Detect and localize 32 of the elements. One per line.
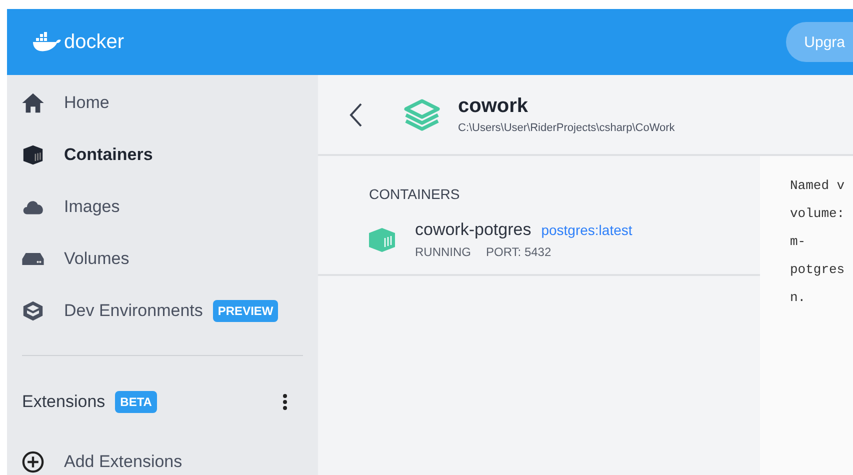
container-icon — [368, 226, 396, 252]
nav-item[interactable]: Volumes — [7, 233, 318, 285]
beta-badge: BETA — [115, 391, 157, 413]
container-icon — [21, 143, 45, 167]
add-icon — [21, 450, 45, 474]
nav-item[interactable]: Home — [7, 77, 318, 129]
project-path: C:\Users\User\RiderProjects\csharp\CoWork — [458, 122, 675, 134]
section-heading: CONTAINERS — [368, 185, 461, 202]
log-line: m- — [790, 233, 807, 251]
nav-item[interactable]: Images — [7, 181, 318, 233]
add-extensions-item[interactable]: Add Extensions — [7, 436, 318, 475]
more-icon[interactable] — [282, 393, 288, 411]
log-line: n. — [790, 289, 807, 307]
whale-icon — [32, 32, 62, 52]
status-text: RUNNING — [415, 245, 471, 259]
project-name: cowork — [458, 95, 530, 118]
nav-item[interactable]: Containers — [7, 129, 318, 181]
log-line: Named v — [790, 177, 846, 195]
extensions-heading: Extensions — [22, 392, 106, 412]
home-icon — [21, 91, 45, 115]
nav-item[interactable]: Dev Environments PREVIEW — [7, 285, 318, 337]
image-link[interactable]: postgres:latest — [541, 222, 632, 238]
port-text: PORT: 5432 — [486, 245, 552, 259]
log-line: volume: — [790, 205, 846, 223]
logo-text: docker — [64, 30, 124, 54]
layers-icon — [403, 98, 441, 132]
preview-badge: PREVIEW — [212, 300, 278, 322]
container-row[interactable]: cowork-potgres postgres:latest RUNNING PORT: 5432 — [318, 202, 760, 276]
container-name: cowork-potgres — [415, 220, 532, 240]
back-icon[interactable] — [349, 102, 363, 128]
cube-icon — [21, 299, 45, 323]
log-line: potgres — [790, 261, 846, 279]
